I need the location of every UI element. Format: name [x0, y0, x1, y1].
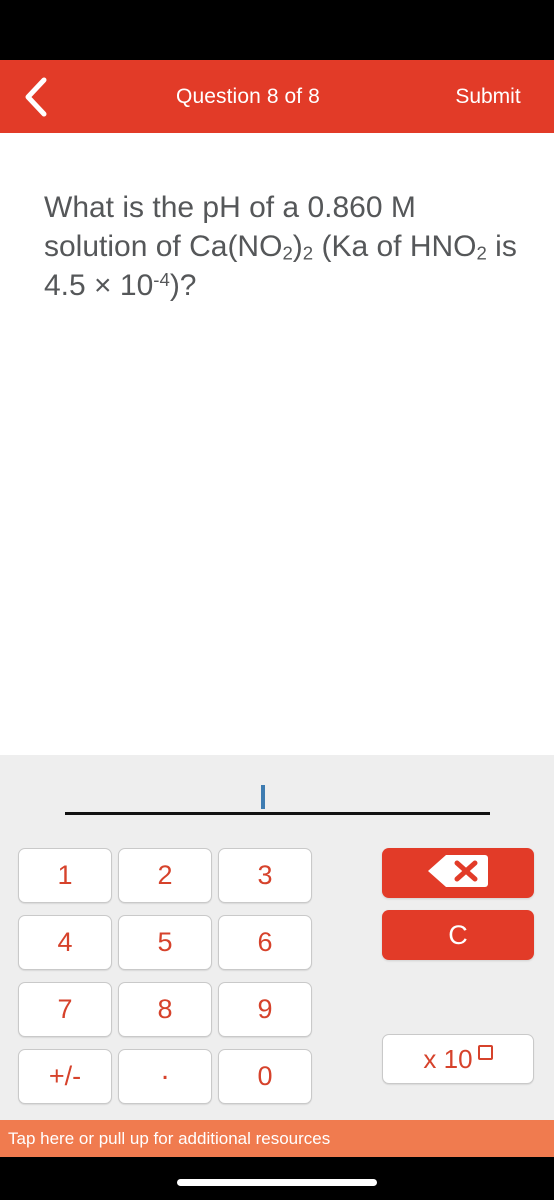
chevron-left-icon — [23, 76, 49, 118]
question-sup-1: -4 — [153, 269, 170, 291]
question-content: What is the pH of a 0.860 M solution of … — [0, 133, 554, 755]
resources-label: Tap here or pull up for additional resou… — [8, 1128, 331, 1148]
key-6[interactable]: 6 — [218, 915, 312, 970]
question-part-5: )? — [169, 269, 197, 302]
key-4[interactable]: 4 — [18, 915, 112, 970]
key-2[interactable]: 2 — [118, 848, 212, 903]
submit-button[interactable]: Submit — [434, 85, 554, 109]
action-column: C x 10 — [382, 848, 534, 1084]
question-sub-1: 2 — [282, 242, 293, 264]
exponent-placeholder-box — [477, 1044, 493, 1060]
key-plus-minus[interactable]: +/- — [18, 1049, 112, 1104]
key-0[interactable]: 0 — [218, 1049, 312, 1104]
clear-label: C — [448, 919, 468, 950]
key-8[interactable]: 8 — [118, 982, 212, 1037]
question-sub-2: 2 — [302, 242, 314, 264]
home-indicator-area — [0, 1157, 554, 1200]
phone-screen: Question 8 of 8 Submit What is the pH of… — [0, 0, 554, 1200]
question-sub-3: 2 — [476, 242, 487, 264]
page-title: Question 8 of 8 — [176, 84, 320, 108]
question-part-2: ) — [292, 230, 303, 263]
keypad-row: 1 2 3 — [18, 848, 318, 903]
question-text: What is the pH of a 0.860 M solution of … — [44, 188, 524, 305]
keypad-row: +/- . 0 — [18, 1049, 318, 1104]
clear-button[interactable]: C — [382, 910, 534, 960]
answer-underline — [65, 812, 490, 815]
number-pad: 1 2 3 4 5 6 7 8 9 +/- . 0 — [18, 848, 318, 1116]
key-3[interactable]: 3 — [218, 848, 312, 903]
keypad-panel: 1 2 3 4 5 6 7 8 9 +/- . 0 C x 10 — [0, 755, 554, 1120]
exponent-prefix: x 10 — [423, 1043, 473, 1074]
key-7[interactable]: 7 — [18, 982, 112, 1037]
key-decimal[interactable]: . — [118, 1049, 212, 1104]
backspace-icon — [427, 854, 489, 893]
text-caret — [261, 785, 265, 809]
home-indicator[interactable] — [177, 1179, 377, 1186]
keypad-row: 7 8 9 — [18, 982, 318, 1037]
resources-bar[interactable]: Tap here or pull up for additional resou… — [0, 1120, 554, 1157]
backspace-button[interactable] — [382, 848, 534, 898]
app-header: Question 8 of 8 Submit — [0, 60, 554, 133]
key-5[interactable]: 5 — [118, 915, 212, 970]
key-1[interactable]: 1 — [18, 848, 112, 903]
status-bar — [0, 0, 554, 60]
question-part-3: (Ka of HNO — [313, 230, 477, 263]
key-9[interactable]: 9 — [218, 982, 312, 1037]
exponent-button[interactable]: x 10 — [382, 1034, 534, 1084]
keypad-row: 4 5 6 — [18, 915, 318, 970]
answer-input[interactable] — [0, 755, 554, 848]
